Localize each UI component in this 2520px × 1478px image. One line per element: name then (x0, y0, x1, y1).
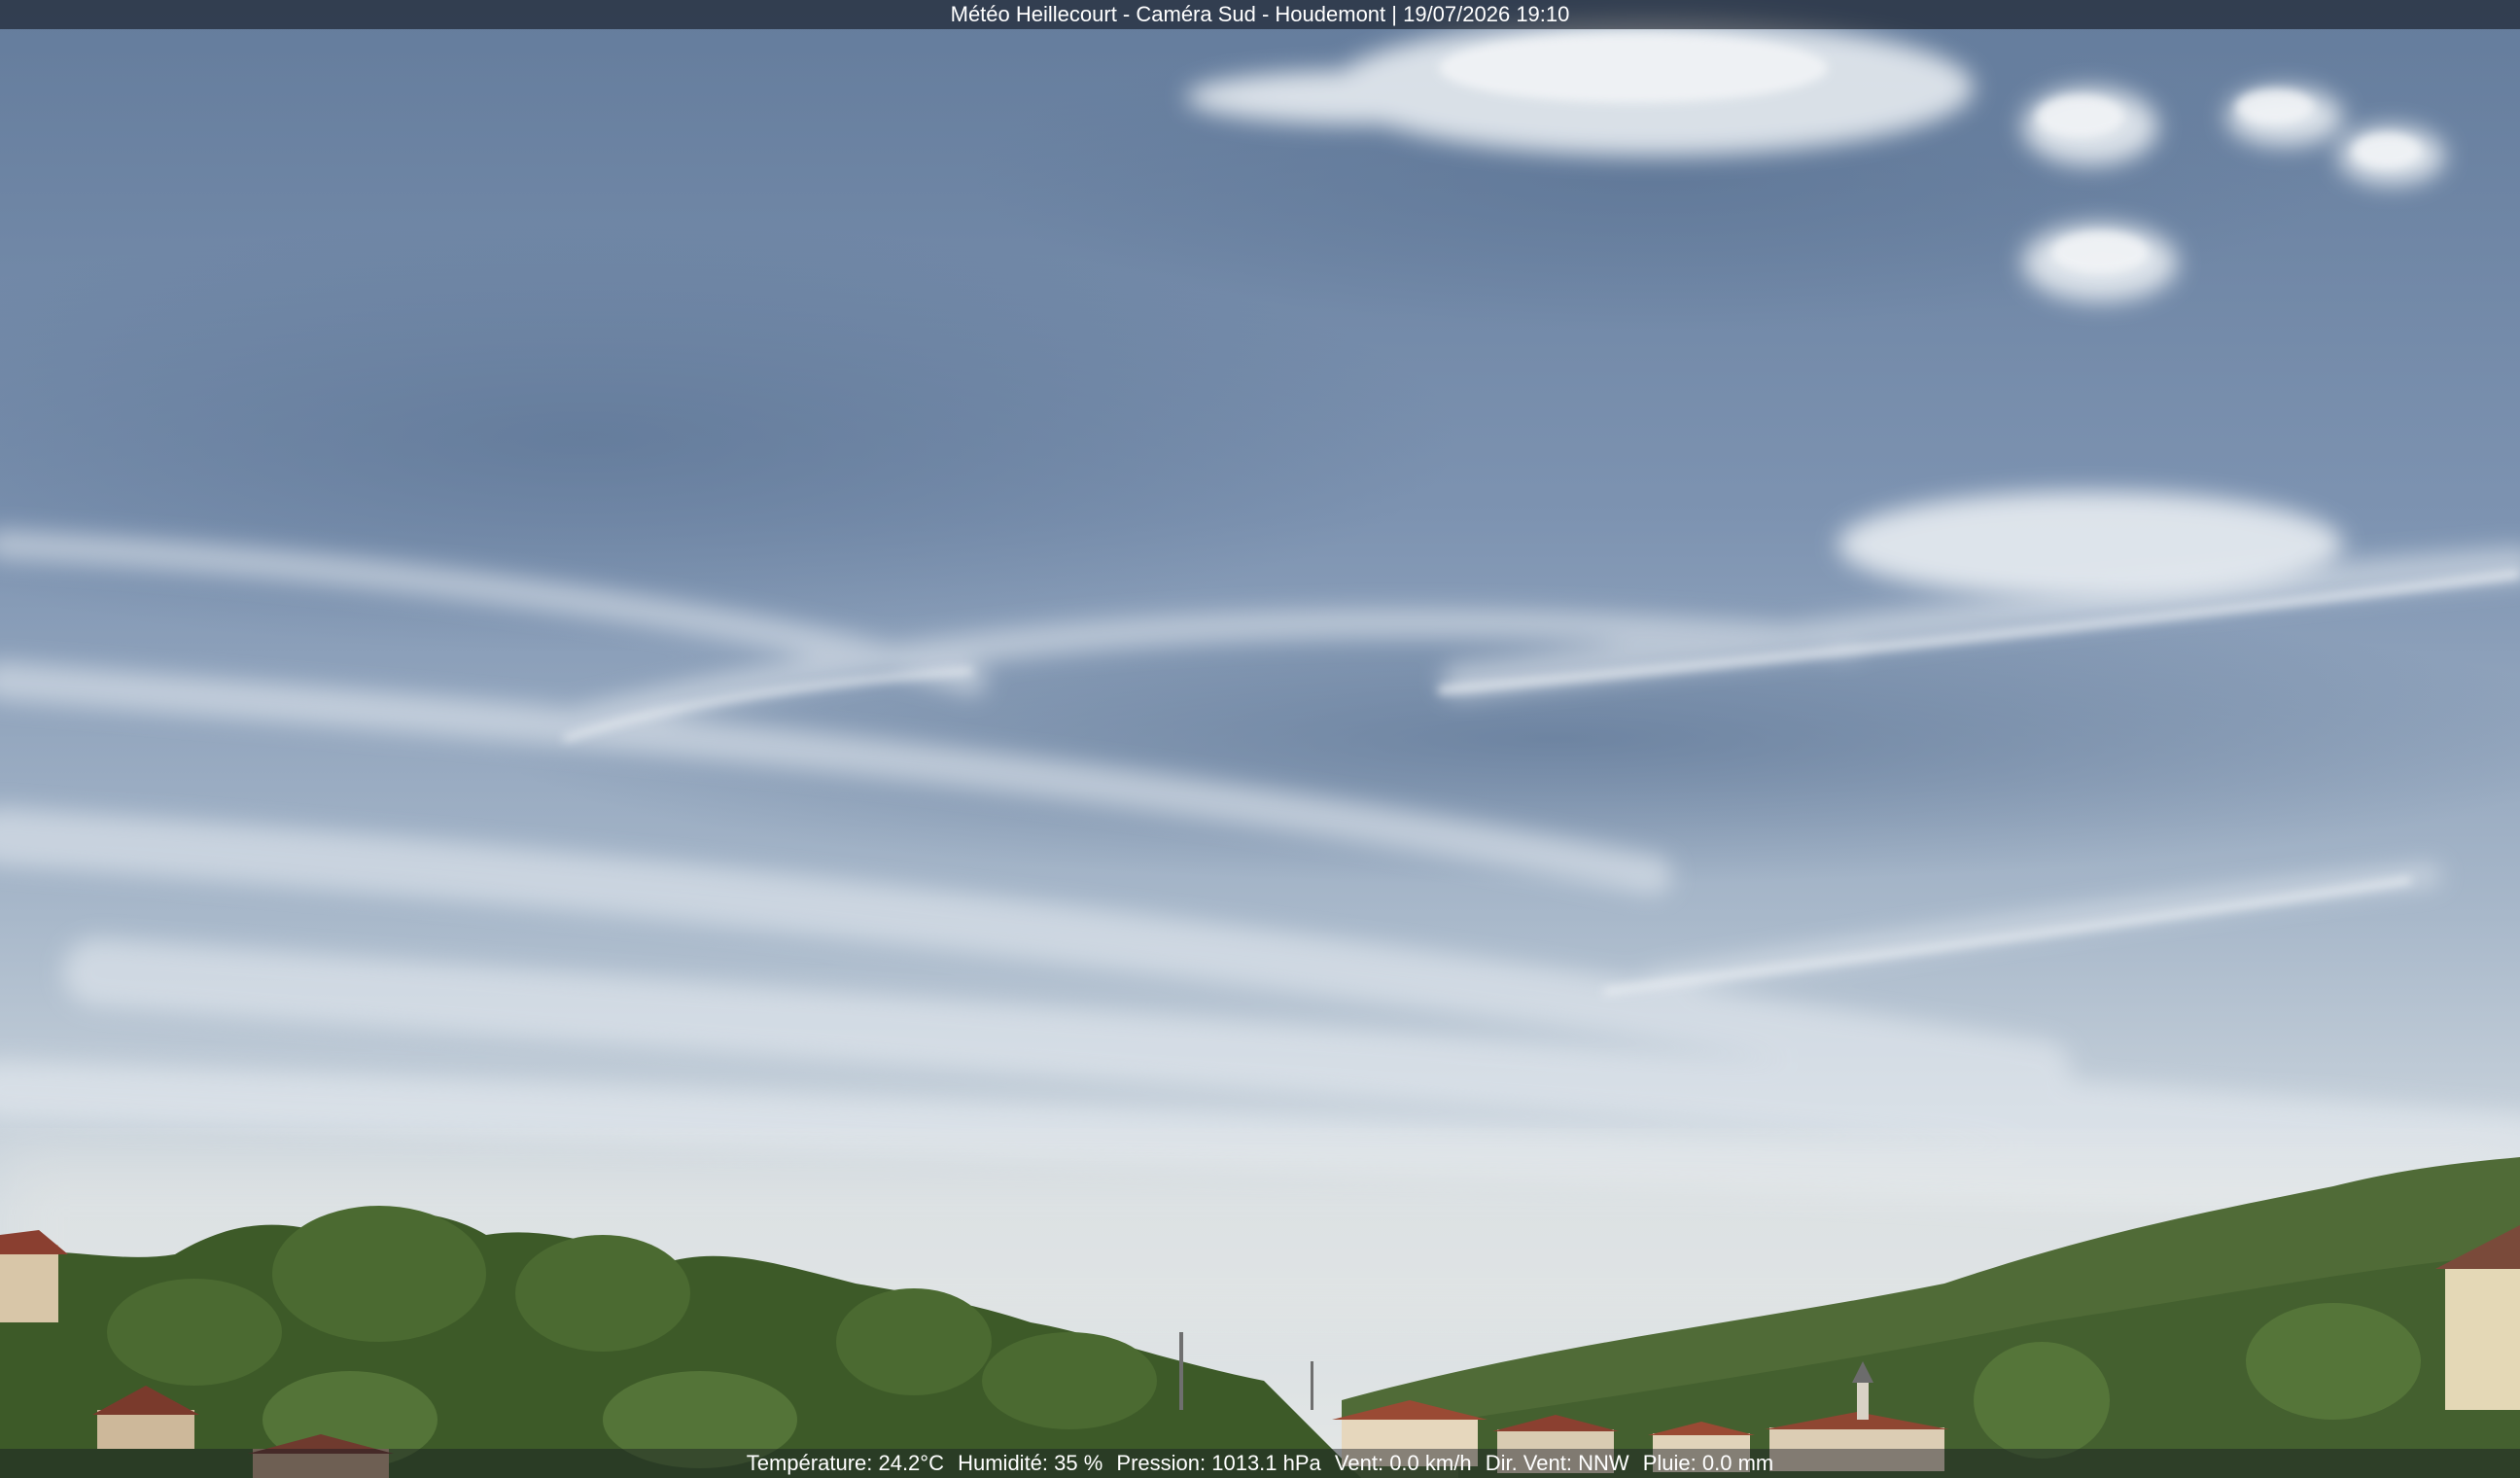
wind-speed-reading: Vent: 0.0 km/h (1334, 1451, 1472, 1475)
camera-title-bar: Météo Heillecourt - Caméra Sud - Houdemo… (0, 0, 2520, 29)
webcam-frame: Météo Heillecourt - Caméra Sud - Houdemo… (0, 0, 2520, 1478)
camera-title: Météo Heillecourt - Caméra Sud - Houdemo… (950, 2, 1570, 26)
wind-direction-reading: Dir. Vent: NNW (1485, 1451, 1629, 1475)
temperature-reading: Température: 24.2°C (746, 1451, 944, 1475)
rain-reading: Pluie: 0.0 mm (1642, 1451, 1774, 1475)
humidity-reading: Humidité: 35 % (958, 1451, 1103, 1475)
webcam-image (0, 0, 2520, 1478)
weather-status-bar: Température: 24.2°C Humidité: 35 % Press… (0, 1449, 2520, 1478)
pressure-reading: Pression: 1013.1 hPa (1116, 1451, 1321, 1475)
